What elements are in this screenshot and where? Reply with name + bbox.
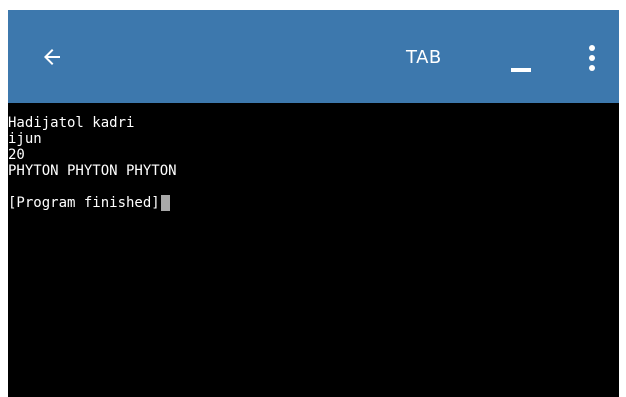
terminal-line: Hadijatol kadri [8,115,135,131]
text-cursor [160,195,170,211]
program-finished-text: [Program finished] [8,195,160,211]
minimize-button[interactable] [504,44,540,74]
more-dot [589,45,595,51]
minimize-icon [511,68,531,72]
toolbar: TAB [8,10,619,103]
terminal-line-last: [Program finished] [8,195,619,211]
terminal-line: 20 [8,147,25,163]
more-options-button[interactable] [580,40,604,76]
arrow-left-icon [44,49,60,65]
more-dot [589,65,595,71]
app-window: TAB Hadijatol kadri ijun 20 PHYTON PHYTO… [8,10,619,397]
more-dot [589,55,595,61]
terminal-output[interactable]: Hadijatol kadri ijun 20 PHYTON PHYTON PH… [8,103,619,397]
terminal-line: PHYTON PHYTON PHYTON [8,163,177,179]
terminal-line: ijun [8,131,42,147]
back-button[interactable] [34,39,70,75]
tab-button[interactable]: TAB [406,46,442,70]
